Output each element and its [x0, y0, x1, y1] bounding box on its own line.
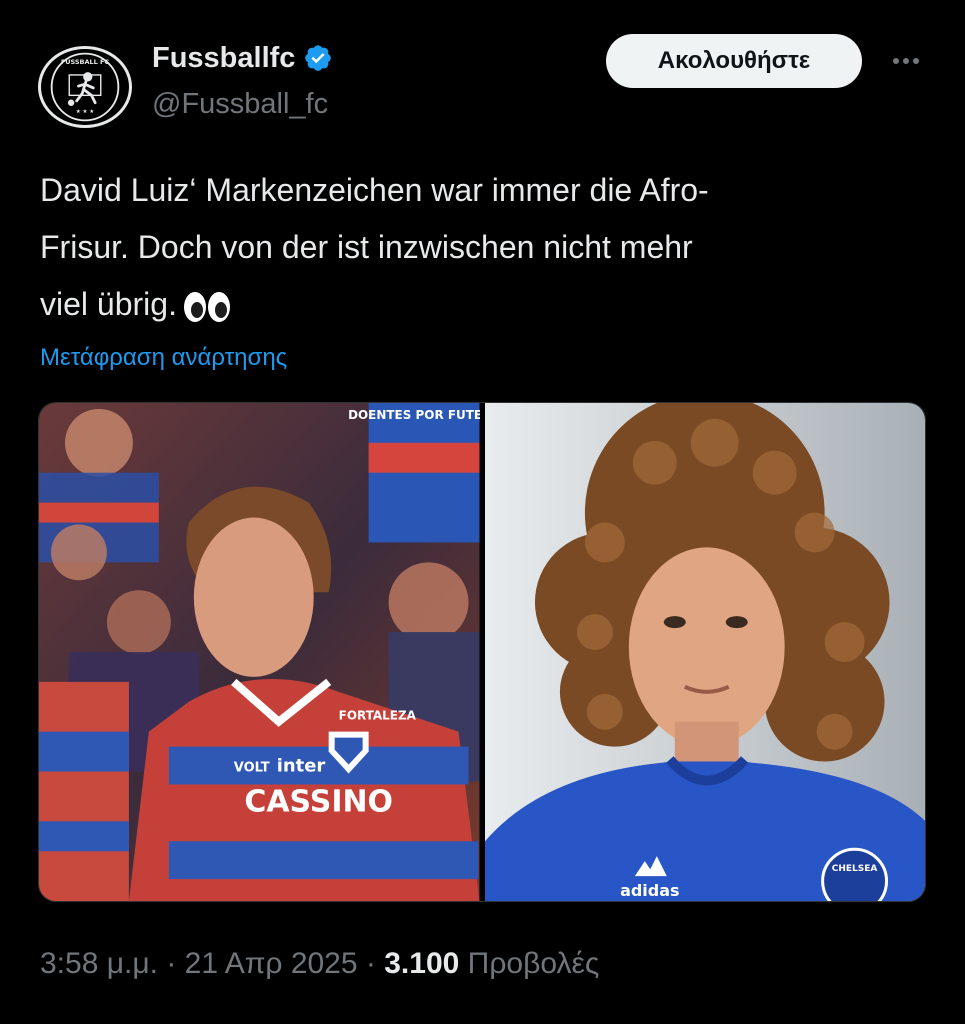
svg-text:adidas: adidas — [620, 881, 679, 900]
tweet-time[interactable]: 3:58 μ.μ. — [40, 947, 158, 980]
views-label: Προβολές — [467, 947, 600, 980]
svg-text:CASSINO: CASSINO — [244, 784, 393, 819]
tweet-meta: 3:58 μ.μ. · 21 Απρ 2025 · 3.100 Προβολές — [40, 944, 599, 984]
author-handle[interactable]: @Fussball_fc — [152, 84, 328, 124]
tweet-text-line-2: Frisur. Doch von der ist inzwischen nich… — [40, 229, 693, 265]
svg-text:FORTALEZA: FORTALEZA — [339, 709, 417, 723]
media-photo-right[interactable]: CHELSEA adidas — [484, 403, 925, 901]
tweet-text: David Luiz‘ Markenzeichen war immer die … — [40, 162, 920, 333]
fussballfc-logo-icon: ★ ★ ★ FUSSBALL FC — [50, 52, 120, 122]
player-curly-hair-photo: CHELSEA adidas — [484, 403, 925, 901]
tweet-text-line-3: viel übrig. — [40, 276, 920, 333]
verified-badge-icon — [305, 45, 332, 71]
svg-text:CHELSEA: CHELSEA — [831, 864, 877, 874]
svg-text:FUSSBALL FC: FUSSBALL FC — [61, 58, 110, 66]
meta-separator: · — [166, 947, 177, 980]
meta-separator: · — [365, 947, 376, 980]
svg-text:★ ★ ★: ★ ★ ★ — [76, 108, 94, 115]
author-display-name[interactable]: Fussballfc — [152, 38, 295, 78]
tweet-date[interactable]: 21 Απρ 2025 — [185, 947, 358, 980]
svg-text:VOLT: VOLT — [234, 761, 270, 776]
tweet-text-line-1: David Luiz‘ Markenzeichen war immer die … — [40, 172, 709, 208]
eyes-icon — [183, 291, 230, 322]
views-count: 3.100 — [384, 947, 460, 980]
follow-button[interactable]: Ακολουθήστε — [606, 34, 862, 88]
tweet-media-grid: CASSINO VOLT inter FORTALEZA DOENTES POR… — [38, 402, 926, 902]
author-avatar[interactable]: ★ ★ ★ FUSSBALL FC — [38, 46, 132, 128]
media-photo-left[interactable]: CASSINO VOLT inter FORTALEZA DOENTES POR… — [39, 403, 480, 901]
more-options-icon[interactable] — [884, 46, 928, 76]
svg-text:DOENTES POR FUTEBOL: DOENTES POR FUTEBOL — [348, 408, 479, 422]
author-display-name-row[interactable]: Fussballfc — [152, 38, 333, 78]
translate-post-link[interactable]: Μετάφραση ανάρτησης — [40, 340, 287, 376]
player-short-hair-photo: CASSINO VOLT inter FORTALEZA DOENTES POR… — [39, 403, 480, 901]
svg-text:inter: inter — [277, 756, 326, 777]
